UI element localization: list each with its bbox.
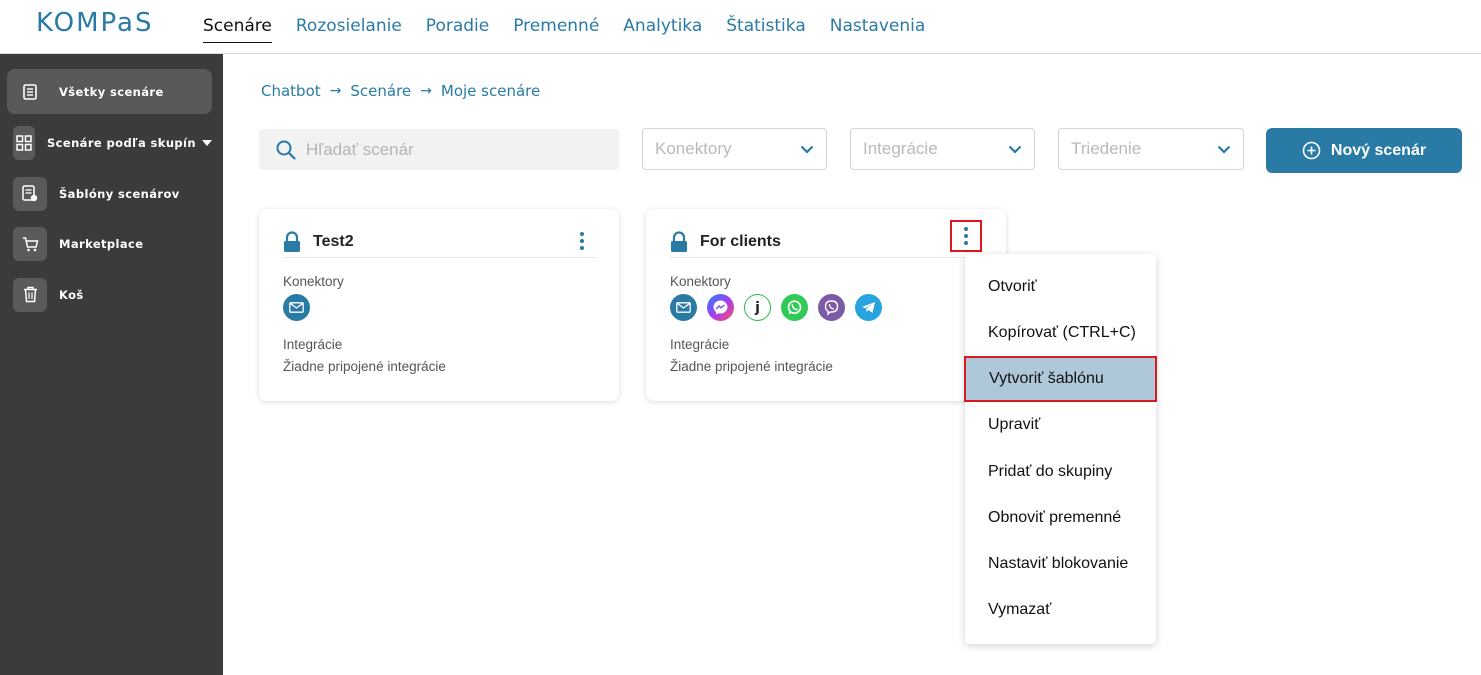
menu-item-add-to-group[interactable]: Pridať do skupiny bbox=[965, 449, 1156, 495]
menu-item-set-blocking[interactable]: Nastaviť blokovanie bbox=[965, 541, 1156, 587]
menu-item-edit[interactable]: Upraviť bbox=[965, 402, 1156, 448]
integrations-value: Žiadne pripojené integrácie bbox=[283, 359, 446, 374]
trash-icon bbox=[13, 277, 47, 312]
search-box bbox=[259, 129, 619, 170]
sidebar-item-label: Koš bbox=[59, 287, 84, 302]
lock-icon bbox=[284, 230, 300, 252]
nav-item-nastavenia[interactable]: Nastavenia bbox=[830, 16, 926, 43]
template-icon bbox=[13, 176, 47, 211]
sidebar-item-groups[interactable]: Scenáre podľa skupín bbox=[7, 120, 212, 165]
lock-icon bbox=[671, 230, 687, 252]
nav-item-poradie[interactable]: Poradie bbox=[426, 16, 489, 43]
integrations-label: Integrácie bbox=[670, 337, 730, 352]
sidebar-item-label: Šablóny scenárov bbox=[59, 186, 180, 201]
plus-circle-icon bbox=[1302, 141, 1321, 160]
whatsapp-icon bbox=[781, 294, 808, 321]
connectors-list: j bbox=[670, 294, 892, 321]
kebab-icon bbox=[580, 232, 584, 250]
sidebar-item-templates[interactable]: Šablóny scenárov bbox=[7, 171, 212, 216]
nav-item-analytika[interactable]: Analytika bbox=[623, 16, 702, 43]
scenario-card[interactable]: Test2 Konektory Integrácie Žiadne pripoj… bbox=[259, 209, 619, 401]
main-nav: Scenáre Rozosielanie Poradie Premenné An… bbox=[203, 16, 949, 43]
jivo-icon: j bbox=[744, 294, 771, 321]
connectors-select-label: Konektory bbox=[655, 139, 732, 158]
arrow-right-icon: → bbox=[420, 83, 432, 99]
chevron-down-icon bbox=[800, 145, 814, 154]
kebab-icon bbox=[964, 227, 968, 245]
search-input[interactable] bbox=[306, 139, 606, 160]
scenario-card[interactable]: For clients Konektory j Integrácie Žiadn… bbox=[646, 209, 1006, 401]
more-options-button[interactable] bbox=[567, 226, 597, 256]
sidebar-item-label: Všetky scenáre bbox=[59, 84, 164, 99]
integrations-select-label: Integrácie bbox=[863, 139, 938, 158]
messenger-icon bbox=[707, 294, 734, 321]
new-scenario-button[interactable]: Nový scenár bbox=[1266, 128, 1462, 173]
context-menu: Otvoriť Kopírovať (CTRL+C) Vytvoriť šabl… bbox=[964, 254, 1157, 644]
connectors-label: Konektory bbox=[670, 274, 731, 289]
email-icon bbox=[670, 294, 697, 321]
card-title: For clients bbox=[700, 232, 781, 250]
telegram-icon bbox=[855, 294, 882, 321]
breadcrumb: Chatbot → Scenáre → Moje scenáre bbox=[261, 82, 540, 100]
sorting-select[interactable]: Triedenie bbox=[1058, 128, 1244, 170]
nav-item-scenare[interactable]: Scenáre bbox=[203, 16, 272, 43]
menu-item-refresh-variables[interactable]: Obnoviť premenné bbox=[965, 495, 1156, 541]
sidebar-item-marketplace[interactable]: Marketplace bbox=[7, 221, 212, 266]
connectors-label: Konektory bbox=[283, 274, 344, 289]
chevron-down-icon bbox=[1008, 145, 1022, 154]
card-title: Test2 bbox=[313, 232, 354, 250]
caret-down-icon bbox=[202, 139, 212, 146]
sidebar: Všetky scenáre Scenáre podľa skupín Šabl… bbox=[0, 54, 223, 675]
sidebar-item-trash[interactable]: Koš bbox=[7, 272, 212, 317]
top-bar: KOMPaS Scenáre Rozosielanie Poradie Prem… bbox=[0, 0, 1481, 54]
nav-item-rozosielanie[interactable]: Rozosielanie bbox=[296, 16, 402, 43]
breadcrumb-chatbot[interactable]: Chatbot bbox=[261, 82, 321, 100]
search-icon bbox=[276, 140, 296, 160]
menu-item-open[interactable]: Otvoriť bbox=[965, 264, 1156, 310]
menu-item-delete[interactable]: Vymazať bbox=[965, 587, 1156, 633]
menu-item-create-template[interactable]: Vytvoriť šablónu bbox=[964, 356, 1157, 402]
sidebar-item-label: Scenáre podľa skupín bbox=[46, 135, 196, 150]
logo[interactable]: KOMPaS bbox=[36, 8, 153, 38]
breadcrumb-my-scenarios[interactable]: Moje scenáre bbox=[441, 82, 540, 100]
sorting-select-label: Triedenie bbox=[1071, 139, 1142, 158]
cart-icon bbox=[13, 226, 47, 261]
chevron-down-icon bbox=[1217, 145, 1231, 154]
connectors-list bbox=[283, 294, 320, 321]
more-options-button[interactable] bbox=[950, 220, 982, 252]
integrations-value: Žiadne pripojené integrácie bbox=[670, 359, 833, 374]
nav-item-premenne[interactable]: Premenné bbox=[513, 16, 599, 43]
breadcrumb-scenare[interactable]: Scenáre bbox=[350, 82, 411, 100]
new-scenario-label: Nový scenár bbox=[1330, 141, 1427, 159]
document-icon bbox=[13, 75, 47, 109]
integrations-label: Integrácie bbox=[283, 337, 343, 352]
arrow-right-icon: → bbox=[329, 83, 342, 99]
integrations-select[interactable]: Integrácie bbox=[850, 128, 1035, 170]
grid-icon bbox=[13, 125, 35, 160]
card-header: For clients bbox=[670, 220, 984, 258]
menu-item-copy[interactable]: Kopírovať (CTRL+C) bbox=[965, 310, 1156, 356]
sidebar-item-label: Marketplace bbox=[59, 236, 144, 251]
email-icon bbox=[283, 294, 310, 321]
nav-item-statistika[interactable]: Štatistika bbox=[726, 16, 805, 43]
connectors-select[interactable]: Konektory bbox=[642, 128, 827, 170]
sidebar-item-all-scenarios[interactable]: Všetky scenáre bbox=[7, 69, 212, 114]
card-header: Test2 bbox=[283, 226, 597, 258]
viber-icon bbox=[818, 294, 845, 321]
